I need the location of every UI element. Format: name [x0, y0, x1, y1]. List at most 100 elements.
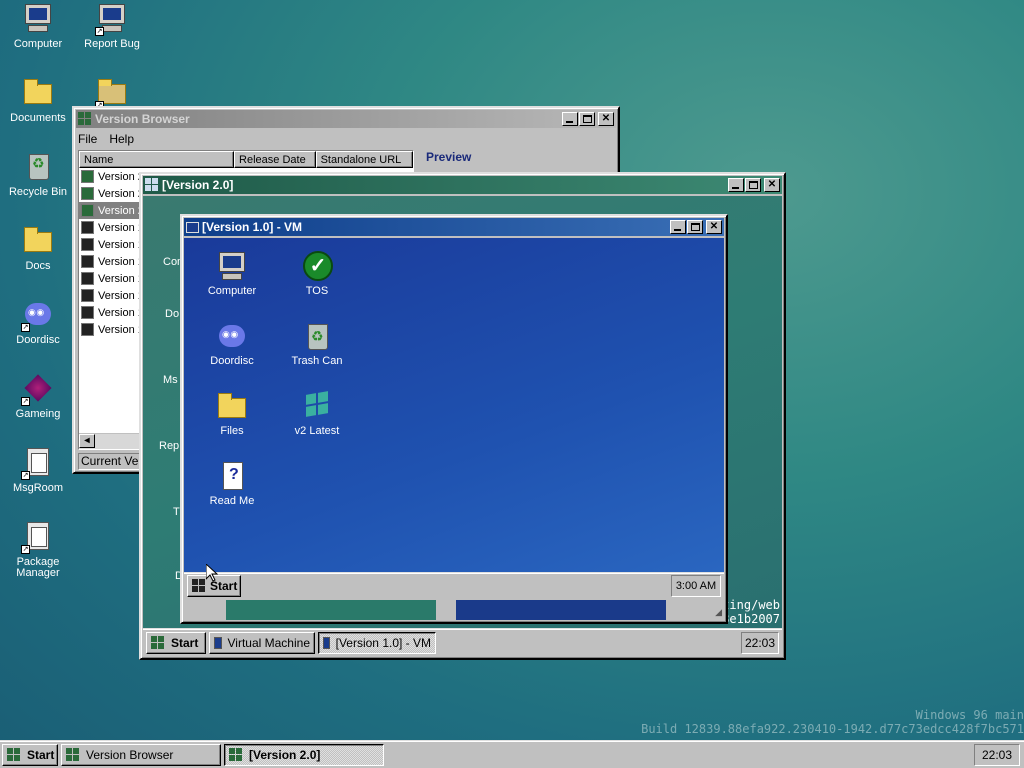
vm-thumbnail-strip: ◢ [184, 598, 724, 620]
v2-start-button[interactable]: Start [146, 631, 206, 654]
vm-icon-label: Trash Can [291, 355, 343, 367]
resize-grip-icon[interactable]: ◢ [715, 607, 722, 618]
desktop-icon-label: Documents [10, 112, 66, 124]
vm-desktop: Computer ✓ TOS Doordisc Trash Can Files … [184, 238, 724, 572]
version-name: Version 1 [98, 289, 144, 302]
maximize-button[interactable] [745, 178, 761, 192]
vm-titlebar[interactable]: [Version 1.0] - VM ✕ [184, 218, 724, 236]
desktop-icon-gameing[interactable]: ↗ Gameing [0, 372, 76, 420]
version-icon [81, 272, 94, 285]
computer-icon [214, 636, 222, 649]
version-name: Version 1 [98, 323, 144, 336]
maximize-button[interactable] [579, 112, 595, 126]
desktop-icon-computer[interactable]: Computer [0, 2, 76, 50]
version-name: Version 1 [98, 272, 144, 285]
list-header: Name Release Date Standalone URL [79, 151, 413, 168]
start-label: Start [27, 747, 55, 762]
version-icon [81, 255, 94, 268]
desktop-icon-label: Report Bug [84, 38, 140, 50]
computer-icon [215, 250, 249, 282]
column-header-name[interactable]: Name [79, 151, 235, 168]
win96-logo-icon [145, 178, 159, 192]
documents-folder-icon [21, 76, 55, 110]
window-title: [Version 1.0] - VM [202, 220, 303, 234]
taskbar-clock: 22:03 [974, 743, 1020, 766]
computer-icon [323, 636, 330, 649]
build-watermark: Windows 96 main Build 12839.88efa922.230… [641, 708, 1024, 736]
desktop-icon-label: MsgRoom [12, 482, 64, 494]
vm-icon-label: Computer [207, 285, 257, 297]
vm-icon-files[interactable]: Files [192, 390, 272, 437]
vm-icon-computer[interactable]: Computer [192, 250, 272, 297]
version-name: Version 2 [98, 170, 144, 183]
version-browser-titlebar[interactable]: Version Browser ✕ [76, 110, 616, 128]
menu-file[interactable]: File [78, 132, 97, 146]
desktop-icon-documents[interactable]: Documents [0, 76, 76, 124]
v2-clock: 22:03 [741, 631, 779, 654]
scroll-left-button[interactable]: ◂ [79, 434, 95, 448]
window-title: Version Browser [95, 112, 190, 126]
minimize-button[interactable] [728, 178, 744, 192]
vm-icon-label: TOS [305, 285, 329, 297]
partial-label: Ms [163, 374, 178, 386]
version-name: Version 1 [98, 306, 144, 319]
trash-can-icon [300, 320, 334, 352]
desktop-icon-recycle-bin[interactable]: Recycle Bin [0, 150, 76, 198]
version-2-titlebar[interactable]: [Version 2.0] ✕ [143, 176, 782, 194]
v2-taskbar-virtual-machine[interactable]: Virtual Machine [209, 631, 315, 654]
vm-icon-doordisc[interactable]: Doordisc [192, 320, 272, 367]
taskbar-button-label: [Version 2.0] [249, 747, 321, 762]
version-name: Version 2 [98, 187, 144, 200]
version-name: Version 1 [98, 255, 144, 268]
terminal-line: ting/web [722, 598, 780, 612]
terminal-text: ting/web 3e1b2007 [722, 598, 780, 626]
close-button[interactable]: ✕ [706, 220, 722, 234]
partial-label: Do [165, 308, 180, 320]
taskbar-version-2[interactable]: [Version 2.0] [224, 743, 384, 766]
desktop-icon-label: Recycle Bin [8, 186, 68, 198]
version-icon [81, 238, 94, 251]
watermark-build: Build 12839.88efa922.230410-1942.d77c73e… [641, 722, 1024, 736]
folder-icon [215, 390, 249, 422]
vm-icon-label: Read Me [209, 495, 255, 507]
column-header-standalone-url[interactable]: Standalone URL [315, 151, 413, 168]
maximize-button[interactable] [687, 220, 703, 234]
minimize-button[interactable] [670, 220, 686, 234]
start-button[interactable]: Start [2, 743, 58, 766]
version-name: Version 2 [98, 204, 144, 217]
vm-icon-label: v2 Latest [294, 425, 340, 437]
partial-label: Rep [159, 440, 180, 452]
vm-icon-tos[interactable]: ✓ TOS [277, 250, 357, 297]
desktop-icon-docs[interactable]: Docs [0, 224, 76, 272]
win96-logo-icon [78, 112, 92, 126]
taskbar-button-label: Version Browser [86, 747, 174, 762]
vm-icon-v2-latest[interactable]: v2 Latest [277, 390, 357, 437]
windows-flag-icon [300, 390, 334, 422]
desktop-icon-label: Docs [25, 260, 51, 272]
desktop-icon-package-manager[interactable]: ↗ Package Manager [0, 520, 76, 579]
doordisc-icon [215, 320, 249, 352]
watermark-edition: Windows 96 main [915, 708, 1024, 722]
version-icon [81, 170, 94, 183]
close-button[interactable]: ✕ [764, 178, 780, 192]
vm-icon-trash-can[interactable]: Trash Can [277, 320, 357, 367]
close-button[interactable]: ✕ [598, 112, 614, 126]
desktop-icon-doordisc[interactable]: ↗ Doordisc [0, 298, 76, 346]
vm-window[interactable]: [Version 1.0] - VM ✕ Computer ✓ TOS Door… [180, 214, 728, 624]
desktop-icon-msgroom[interactable]: ↗ MsgRoom [0, 446, 76, 494]
version-icon [81, 323, 94, 336]
win96-logo-icon [151, 635, 165, 650]
column-header-release-date[interactable]: Release Date [234, 151, 316, 168]
win96-logo-icon [7, 747, 21, 762]
desktop-icon-report-bug[interactable]: ↗ Report Bug [74, 2, 150, 50]
taskbar-version-browser[interactable]: Version Browser [61, 743, 221, 766]
v2-taskbar-version-1-vm[interactable]: [Version 1.0] - VM [318, 631, 436, 654]
version-name: Version 1 [98, 221, 144, 234]
menu-help[interactable]: Help [109, 132, 134, 146]
doordisc-icon: ↗ [21, 298, 55, 332]
vm-icon-label: Doordisc [210, 355, 254, 367]
vm-icon-read-me[interactable]: Read Me [192, 460, 272, 507]
folder-icon [21, 224, 55, 258]
minimize-button[interactable] [562, 112, 578, 126]
msgroom-icon: ↗ [21, 446, 55, 480]
